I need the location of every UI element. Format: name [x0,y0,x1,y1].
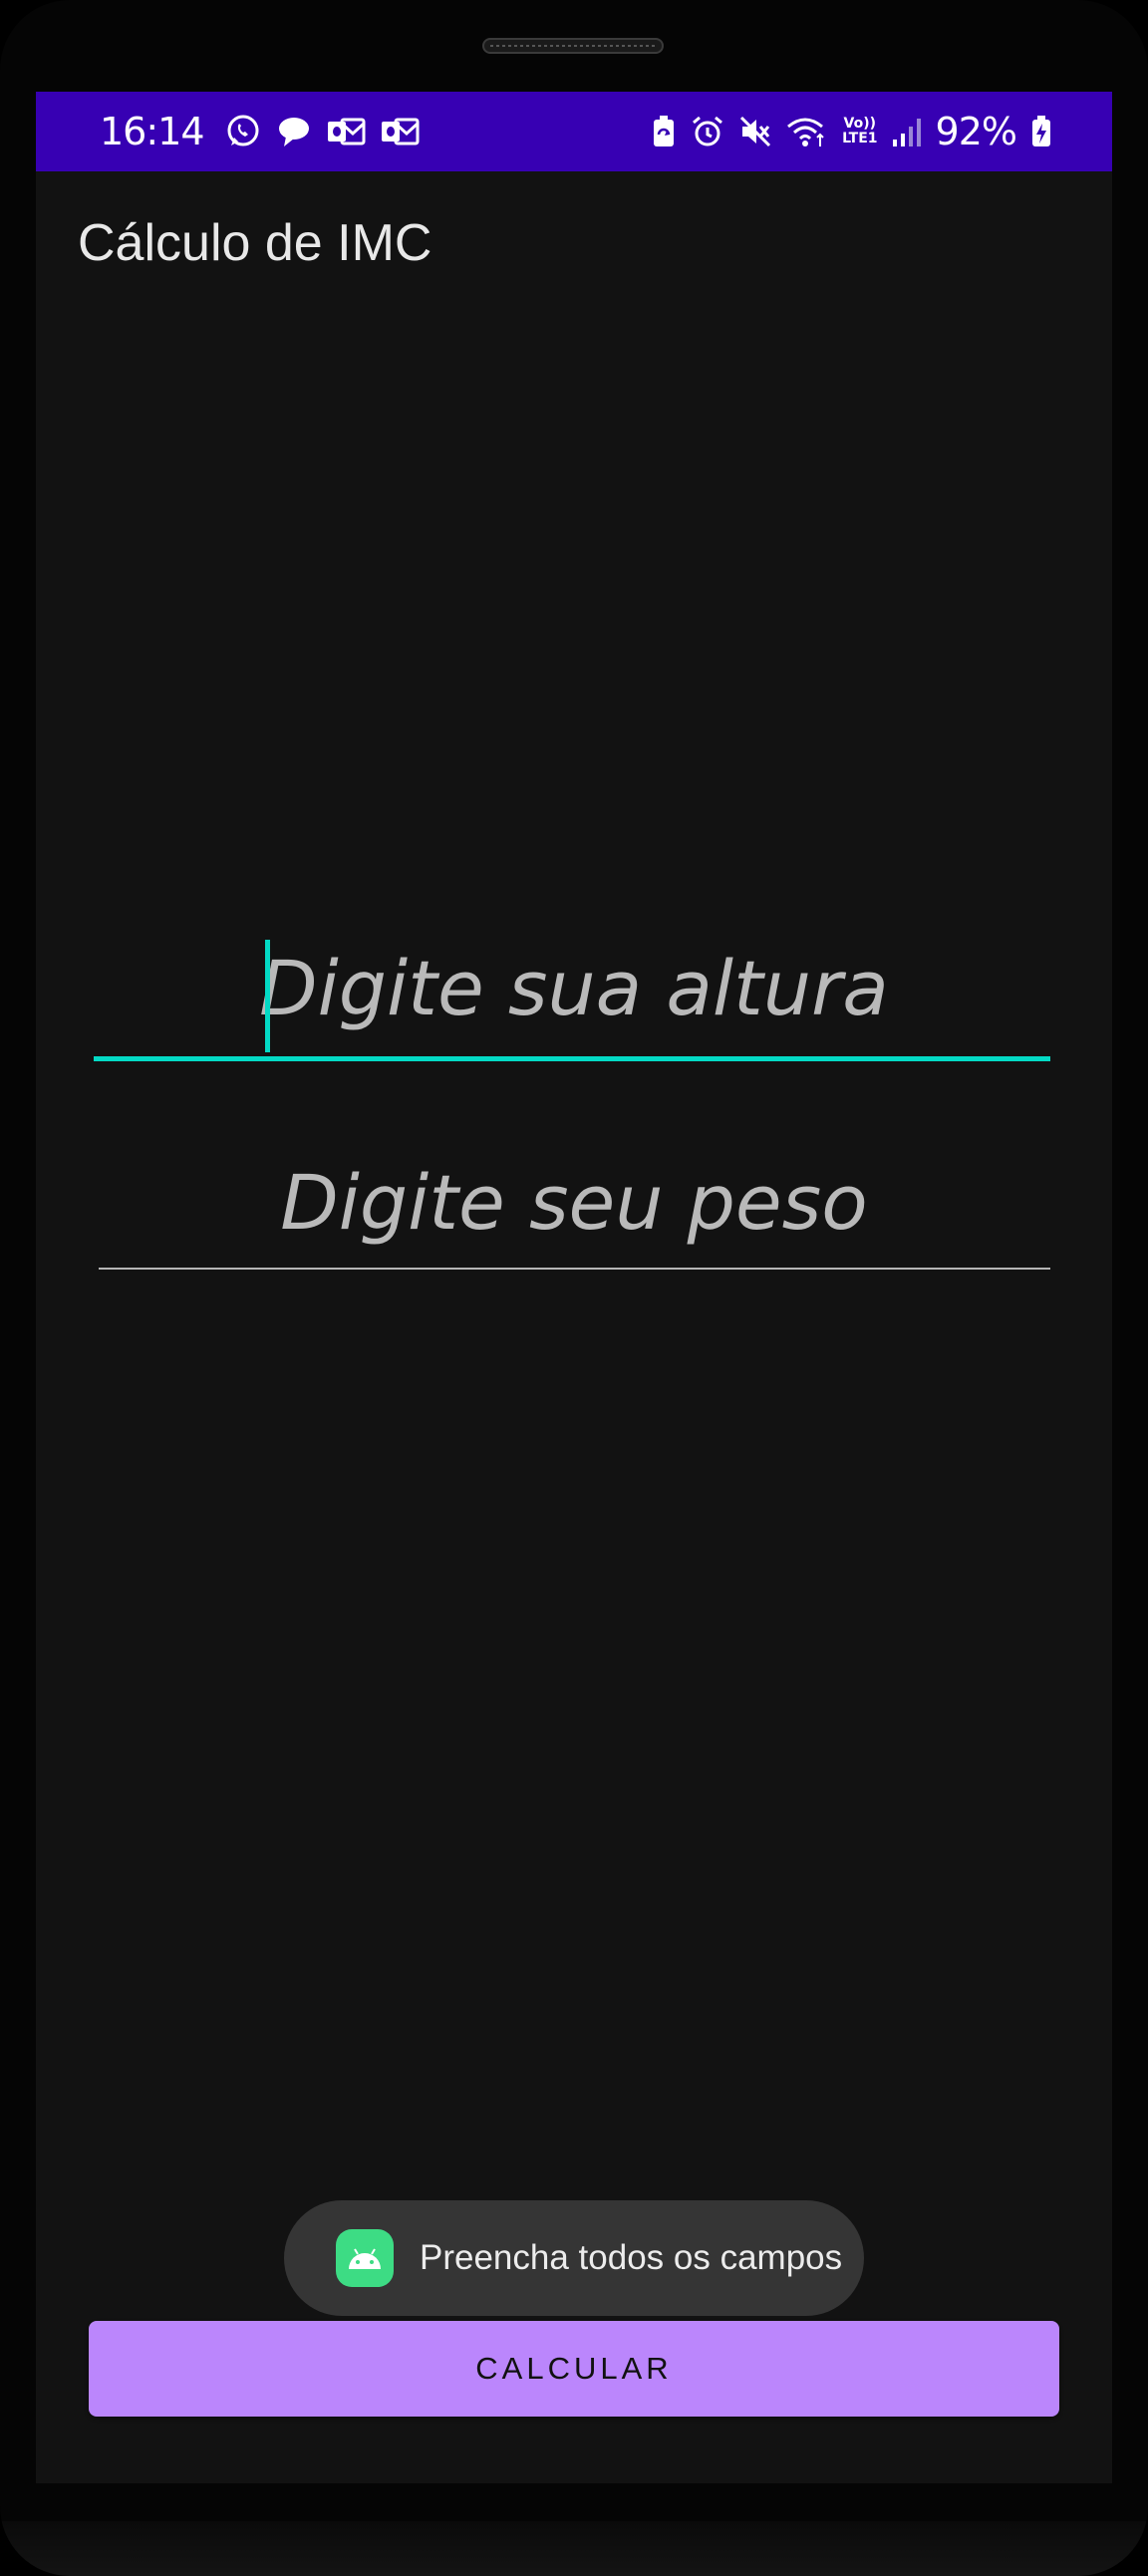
calculate-button[interactable]: CALCULAR [89,2321,1059,2417]
lte-label: LTE1 [842,131,878,146]
battery-percent: 92% [935,110,1017,153]
alarm-icon [691,115,724,148]
android-icon [336,2229,394,2287]
phone-bottom-bezel [0,2521,1148,2576]
weight-input[interactable] [36,1158,1112,1247]
height-field[interactable] [36,944,1112,1053]
toast-message: Preencha todos os campos [284,2200,864,2316]
height-input-underline [94,1056,1050,1061]
status-bar: 16:14 Vo)) LTE1 92% [36,92,1112,171]
battery-saver-icon [651,115,677,148]
wifi-icon [786,115,828,148]
volte-icon: Vo)) LTE1 [842,117,877,146]
status-right: Vo)) LTE1 92% [651,92,1052,171]
volte-label: Vo)) [843,116,877,132]
app-screen: 16:14 Vo)) LTE1 92% Cálculo de IMC Digit… [36,92,1112,2483]
weight-field[interactable] [36,1158,1112,1268]
height-input[interactable] [36,944,1112,1032]
signal-icon [892,116,922,147]
phone-frame: 16:14 Vo)) LTE1 92% Cálculo de IMC Digit… [0,0,1148,2576]
chat-bubble-icon [276,115,312,148]
earpiece-speaker [482,38,664,54]
whatsapp-icon [224,113,262,150]
battery-charging-icon [1030,115,1052,148]
text-cursor [265,940,270,1052]
weight-input-underline [99,1268,1050,1270]
mute-icon [738,115,772,148]
status-left: 16:14 [100,92,420,171]
app-title: Cálculo de IMC [78,214,432,272]
toast-text: Preencha todos os campos [420,2238,843,2277]
outlook-icon [380,116,420,147]
status-time: 16:14 [100,110,205,153]
outlook-icon [326,116,366,147]
